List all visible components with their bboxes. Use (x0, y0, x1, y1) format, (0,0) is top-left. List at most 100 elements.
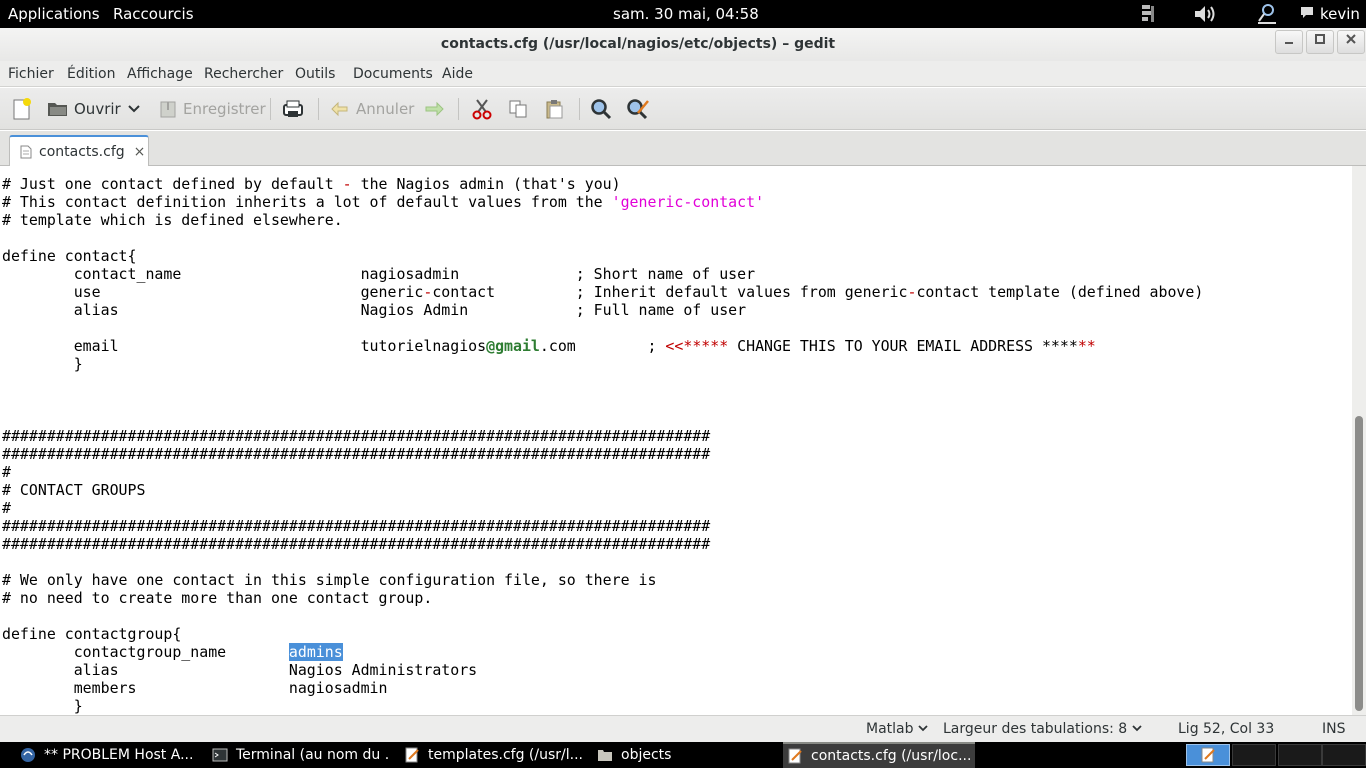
top-panel: Applications Raccourcis sam. 30 mai, 04:… (0, 0, 1366, 28)
code-line[interactable]: ########################################… (2, 517, 1203, 535)
window-titlebar[interactable]: contacts.cfg (/usr/local/nagios/etc/obje… (0, 28, 1366, 61)
code-line[interactable]: email tutorielnagios@gmail.com ; <<*****… (2, 337, 1203, 355)
search-button[interactable] (590, 96, 612, 122)
toolbar-separator (270, 98, 271, 120)
code-line[interactable]: define contactgroup{ (2, 625, 1203, 643)
menu-edition[interactable]: Édition (67, 66, 115, 82)
text-file-icon (20, 145, 32, 159)
code-line[interactable]: ########################################… (2, 445, 1203, 463)
print-button[interactable] (282, 96, 304, 122)
menu-fichier[interactable]: Fichier (8, 66, 54, 82)
code-line[interactable]: # We only have one contact in this simpl… (2, 571, 1203, 589)
code-line[interactable]: } (2, 697, 1203, 715)
terminal-icon (212, 748, 228, 762)
language-selector[interactable]: Matlab (866, 721, 928, 737)
code-line[interactable]: ​ (2, 229, 1203, 247)
code-line[interactable]: # CONTACT GROUPS (2, 481, 1203, 499)
language-label: Matlab (866, 721, 914, 737)
menubar: Fichier Édition Affichage Rechercher Out… (0, 61, 1366, 87)
tab-close-icon[interactable]: × (134, 144, 146, 160)
code-view[interactable]: # Just one contact defined by default - … (2, 175, 1203, 715)
task-terminal[interactable]: Terminal (au nom du ... (208, 742, 390, 768)
save-button[interactable]: Enregistrer (159, 96, 266, 122)
network-icon[interactable] (1140, 3, 1158, 29)
paste-button[interactable] (544, 96, 564, 122)
user-menu[interactable]: kevin (1320, 5, 1360, 23)
shortcuts-menu[interactable]: Raccourcis (113, 5, 194, 23)
code-line[interactable]: ​ (2, 409, 1203, 427)
tab-contacts-cfg[interactable]: contacts.cfg × (9, 135, 149, 167)
redo-icon (425, 101, 444, 117)
code-line[interactable]: # no need to create more than one contac… (2, 589, 1203, 607)
code-line[interactable]: alias Nagios Administrators (2, 661, 1203, 679)
applications-menu[interactable]: Applications (8, 5, 100, 23)
workspace-4[interactable] (1322, 744, 1366, 766)
code-line[interactable]: define contact{ (2, 247, 1203, 265)
accessibility-icon[interactable] (1256, 3, 1278, 29)
redo-button[interactable] (423, 96, 445, 122)
menu-outils[interactable]: Outils (295, 66, 335, 82)
maximize-button[interactable] (1306, 30, 1334, 54)
workspace-2[interactable] (1232, 744, 1276, 766)
toolbar: Ouvrir Enregistrer Annuler (0, 88, 1366, 130)
code-line[interactable]: } (2, 355, 1203, 373)
chevron-down-icon (128, 105, 140, 113)
code-line[interactable]: ########################################… (2, 427, 1203, 445)
code-line[interactable]: # (2, 463, 1203, 481)
task-templates-cfg[interactable]: templates.cfg (/usr/l... (400, 742, 582, 768)
code-line[interactable]: ​ (2, 391, 1203, 409)
text-editor-icon (405, 747, 419, 763)
menu-documents[interactable]: Documents (353, 66, 433, 82)
code-line[interactable]: # template which is defined elsewhere. (2, 211, 1203, 229)
chevron-down-icon (1132, 725, 1142, 732)
open-button[interactable]: Ouvrir (47, 96, 121, 122)
copy-button[interactable] (508, 96, 528, 122)
cut-icon (472, 99, 492, 120)
close-window-button[interactable] (1337, 30, 1365, 54)
code-line[interactable]: # This contact definition inherits a lot… (2, 193, 1203, 211)
chat-icon[interactable] (1300, 5, 1314, 25)
recent-files-dropdown[interactable] (127, 96, 141, 122)
scrollbar-thumb[interactable] (1355, 416, 1363, 711)
replace-button[interactable] (626, 96, 650, 122)
task-problem-host[interactable]: ** PROBLEM Host A... (16, 742, 198, 768)
vertical-scrollbar[interactable] (1352, 166, 1366, 715)
new-document-icon (13, 98, 31, 120)
undo-label: Annuler (356, 100, 415, 118)
workspace-1[interactable] (1186, 744, 1230, 766)
workspace-3[interactable] (1278, 744, 1322, 766)
volume-icon[interactable] (1193, 3, 1217, 29)
code-line[interactable]: use generic-contact ; Inherit default va… (2, 283, 1204, 301)
task-objects-folder[interactable]: objects (593, 742, 775, 768)
window-title: contacts.cfg (/usr/local/nagios/etc/obje… (440, 36, 836, 52)
document-tabbar: contacts.cfg × (0, 131, 1366, 167)
code-line[interactable]: contactgroup_name admins (2, 643, 1203, 661)
code-line[interactable]: # (2, 499, 1203, 517)
task-contacts-cfg[interactable]: contacts.cfg (/usr/loc... (783, 742, 975, 768)
menu-aide[interactable]: Aide (442, 66, 473, 82)
code-line[interactable]: ​ (2, 373, 1203, 391)
text-editor[interactable]: # Just one contact defined by default - … (0, 166, 1352, 715)
code-line[interactable]: ​ (2, 319, 1203, 337)
tab-width-label: Largeur des tabulations: 8 (943, 721, 1128, 737)
code-line[interactable]: contact_name nagiosadmin ; Short name of… (2, 265, 1203, 283)
code-line[interactable]: # Just one contact defined by default - … (2, 175, 1203, 193)
text-editor-icon (788, 748, 802, 764)
code-line[interactable]: ​ (2, 553, 1203, 571)
minimize-button[interactable] (1275, 30, 1303, 54)
code-line[interactable]: members nagiosadmin (2, 679, 1203, 697)
code-line[interactable]: ########################################… (2, 535, 1203, 553)
cut-button[interactable] (472, 96, 492, 122)
cursor-position: Lig 52, Col 33 (1178, 721, 1275, 737)
undo-button[interactable]: Annuler (330, 96, 414, 122)
clock[interactable]: sam. 30 mai, 04:58 (613, 5, 759, 23)
toolbar-separator (458, 98, 459, 120)
tab-width-selector[interactable]: Largeur des tabulations: 8 (943, 721, 1142, 737)
menu-rechercher[interactable]: Rechercher (204, 66, 283, 82)
code-line[interactable]: ​ (2, 607, 1203, 625)
new-document-button[interactable] (11, 96, 33, 122)
save-label: Enregistrer (183, 100, 266, 118)
menu-affichage[interactable]: Affichage (127, 66, 193, 82)
tab-label: contacts.cfg (39, 144, 125, 160)
code-line[interactable]: alias Nagios Admin ; Full name of user (2, 301, 1203, 319)
